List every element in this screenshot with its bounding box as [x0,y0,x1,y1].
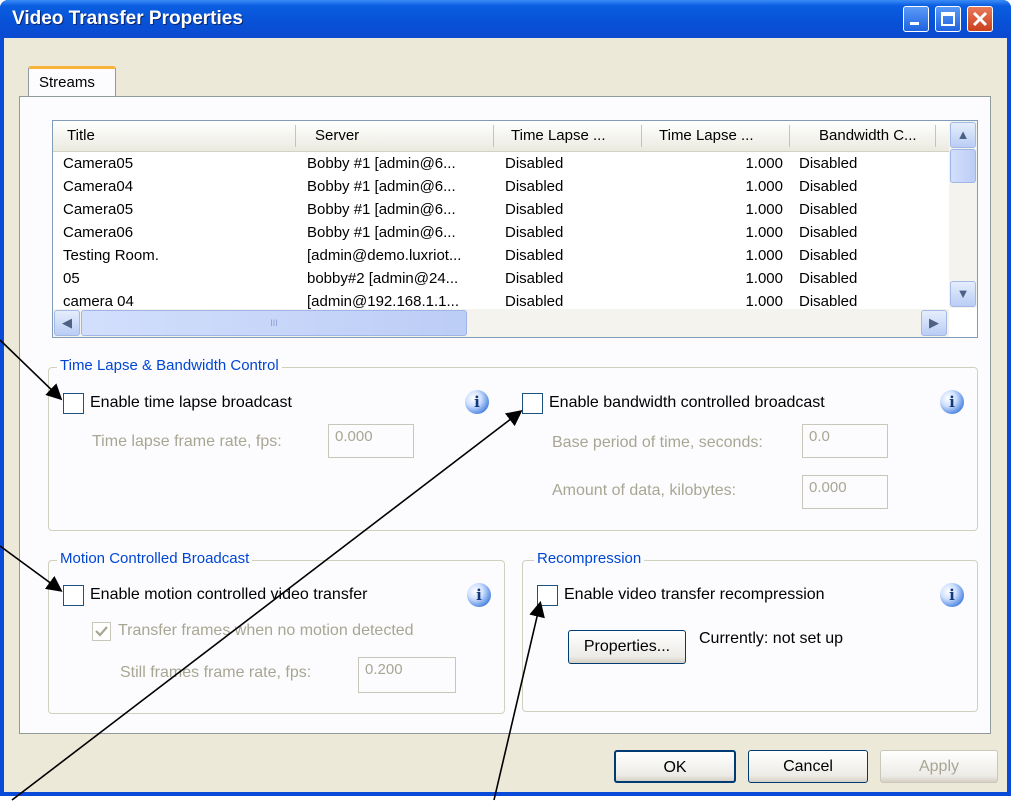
arrow-to-bandwidth [11,410,523,801]
arrow-to-motion [0,545,63,592]
annotation-arrows [0,339,545,801]
arrow-to-time-lapse [0,339,63,401]
arrow-to-recompression [493,600,545,801]
